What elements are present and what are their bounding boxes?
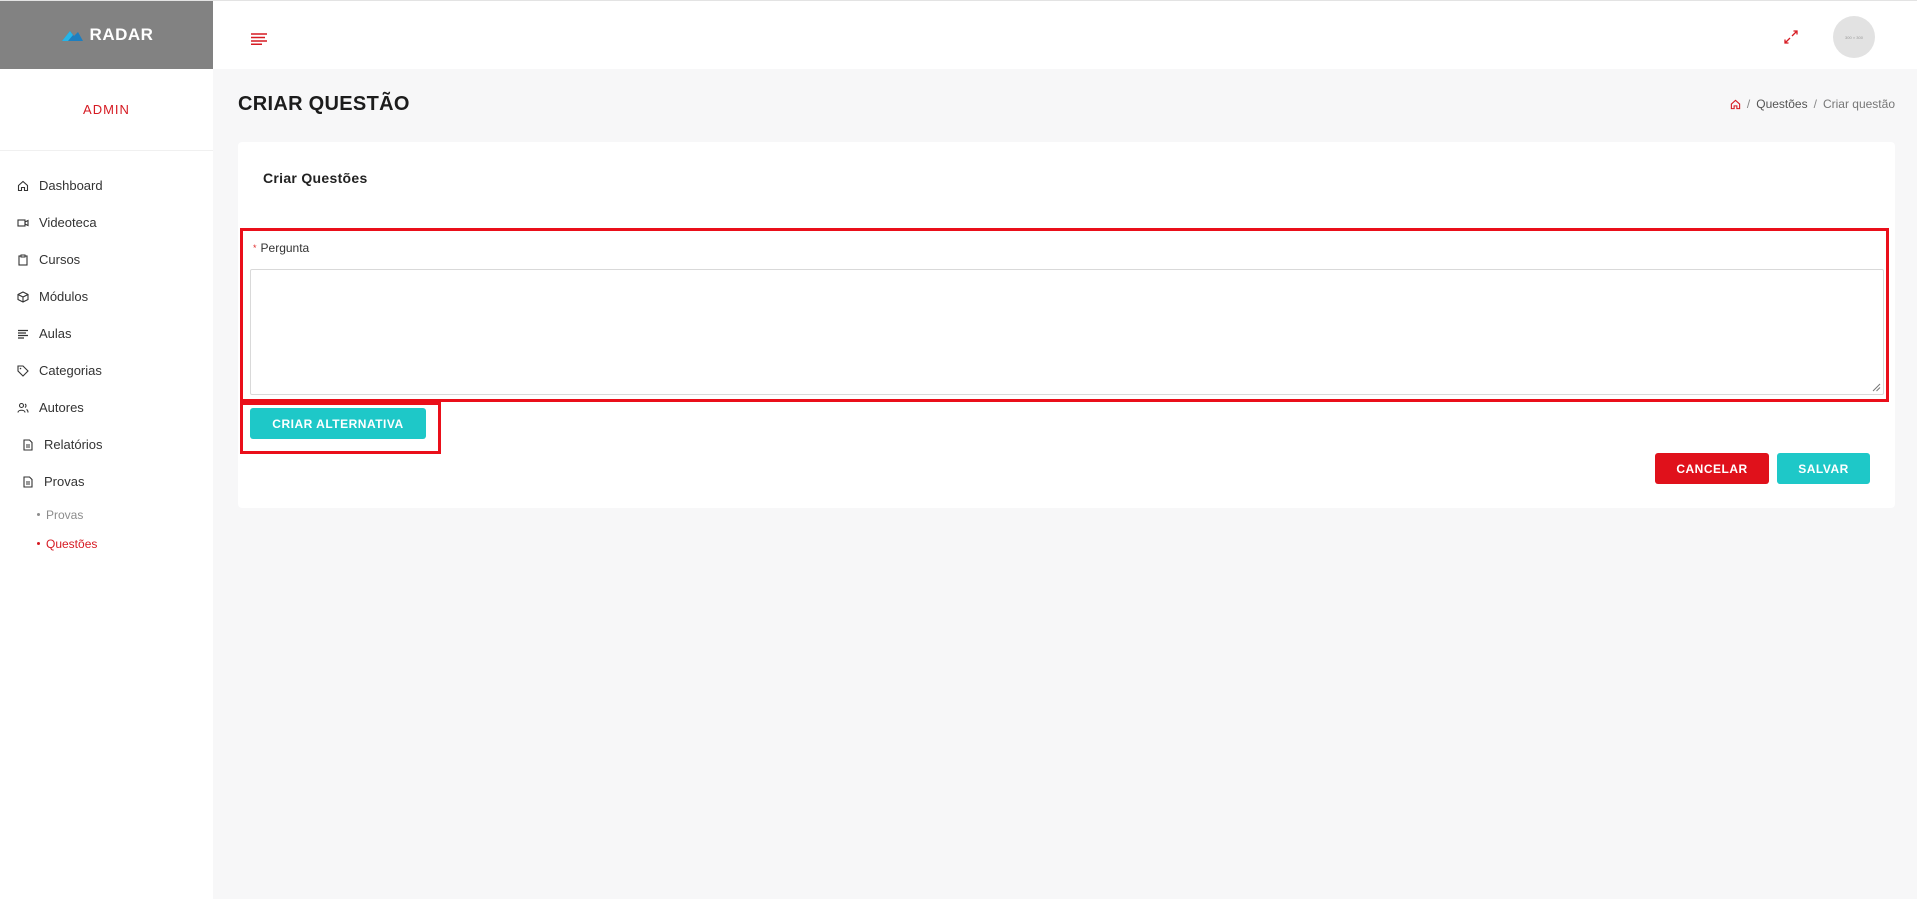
breadcrumb-link-questoes[interactable]: Questões — [1756, 97, 1807, 111]
highlight-box-question — [240, 228, 1889, 402]
sidebar-item-label: Cursos — [39, 252, 81, 267]
breadcrumb-separator: / — [1746, 97, 1751, 111]
brand-header[interactable]: RADAR — [0, 0, 213, 69]
cancel-button[interactable]: CANCELAR — [1655, 453, 1769, 484]
sidebar-item-label: Categorias — [39, 363, 102, 378]
sidebar-nav: Dashboard Videoteca Cursos Módulos Aulas… — [0, 151, 213, 500]
sidebar-subitem-provas[interactable]: Provas — [0, 500, 213, 529]
breadcrumb-current: Criar questão — [1822, 97, 1895, 111]
sidebar-item-label: Relatórios — [44, 437, 103, 452]
box-icon — [17, 290, 29, 303]
radar-logo-icon — [61, 31, 83, 41]
file-icon — [23, 475, 33, 488]
sidebar-item-cursos[interactable]: Cursos — [0, 241, 213, 278]
sidebar-item-autores[interactable]: Autores — [0, 389, 213, 426]
sidebar-item-categorias[interactable]: Categorias — [0, 352, 213, 389]
sidebar-item-label: Aulas — [39, 326, 72, 341]
sidebar-item-label: Videoteca — [39, 215, 97, 230]
sidebar-item-label: Autores — [39, 400, 84, 415]
highlight-box-create-alternative — [240, 402, 441, 454]
sidebar-subitem-label: Questões — [46, 536, 98, 551]
brand-name: RADAR — [89, 25, 154, 44]
sidebar-subitem-questoes[interactable]: Questões — [0, 529, 213, 558]
topbar: 300 × 300 — [213, 0, 1917, 69]
sidebar-item-videoteca[interactable]: Videoteca — [0, 204, 213, 241]
card-title: Criar Questões — [263, 170, 368, 186]
fullscreen-icon[interactable] — [1784, 30, 1798, 44]
avatar[interactable]: 300 × 300 — [1833, 16, 1875, 58]
save-button[interactable]: SALVAR — [1777, 453, 1870, 484]
sidebar-item-label: Provas — [44, 474, 85, 489]
file-icon — [23, 438, 33, 451]
tag-icon — [17, 364, 29, 377]
align-left-icon — [18, 329, 28, 339]
home-icon[interactable] — [1730, 99, 1741, 110]
sidebar-item-dashboard[interactable]: Dashboard — [0, 167, 213, 204]
avatar-placeholder-text: 300 × 300 — [1845, 34, 1863, 40]
bullet-dot — [37, 513, 40, 516]
home-icon — [17, 180, 29, 191]
sidebar-item-label: Dashboard — [39, 178, 103, 193]
user-block: ADMIN — [0, 69, 213, 151]
page-title: CRIAR QUESTÃO — [238, 93, 410, 115]
video-icon — [17, 218, 29, 227]
user-role: ADMIN — [83, 102, 130, 117]
sidebar: RADAR ADMIN Dashboard Videoteca Cursos M… — [0, 0, 213, 899]
sidebar-item-aulas[interactable]: Aulas — [0, 315, 213, 352]
bullet-dot — [37, 542, 40, 545]
breadcrumb-separator: / — [1813, 97, 1817, 111]
sidebar-item-label: Módulos — [39, 289, 89, 304]
menu-toggle-icon[interactable] — [251, 33, 267, 45]
sidebar-subitem-label: Provas — [46, 507, 84, 522]
sidebar-item-provas[interactable]: Provas — [0, 463, 213, 500]
clipboard-icon — [18, 254, 28, 266]
users-icon — [17, 402, 29, 413]
sidebar-item-relatorios[interactable]: Relatórios — [0, 426, 213, 463]
breadcrumb: / Questões / Criar questão — [1730, 97, 1895, 111]
sidebar-item-modulos[interactable]: Módulos — [0, 278, 213, 315]
